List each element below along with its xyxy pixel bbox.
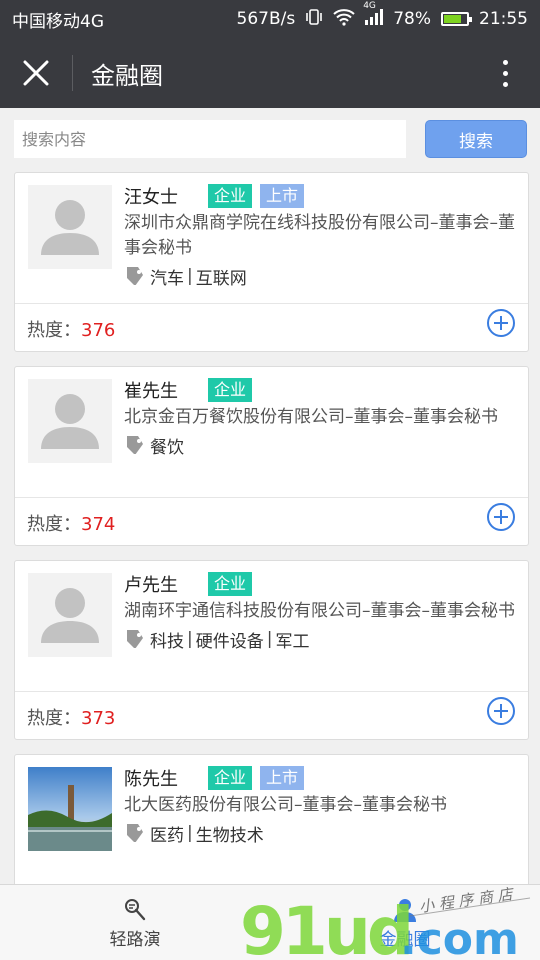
listed-badge: 上市: [260, 766, 305, 790]
contact-name: 陈先生: [124, 769, 178, 790]
page-title: 金融圈: [91, 61, 163, 90]
industry-tag: 餐饮: [150, 437, 184, 458]
network-type-badge: 4G: [363, 0, 376, 11]
company-title: 深圳市众鼎商学院在线科技股份有限公司–董事会–董事会秘书: [124, 213, 515, 258]
contact-card[interactable]: 陈先生 企业 上市 北大医药股份有限公司–董事会–董事会秘书 医药 | 生物技术: [14, 754, 529, 894]
contact-card[interactable]: 卢先生 企业 湖南环宇通信科技股份有限公司–董事会–董事会秘书 科技 | 硬件设备 |…: [14, 560, 529, 740]
search-input[interactable]: [14, 120, 406, 158]
tag-icon: [127, 436, 143, 454]
add-contact-button[interactable]: [486, 696, 516, 726]
tag-separator: |: [266, 629, 273, 649]
carrier-label: 中国移动4G: [12, 11, 104, 32]
roadshow-icon: [125, 898, 146, 920]
heat-label-text: 热度：: [27, 708, 81, 729]
card-footer: 热度：373: [15, 691, 528, 741]
nav-item-roadshow[interactable]: 轻路演: [0, 885, 270, 960]
contact-name: 汪女士: [124, 187, 178, 208]
search-bar: 搜索: [0, 108, 540, 168]
company-title: 湖南环宇通信科技股份有限公司–董事会–董事会秘书: [124, 601, 515, 621]
industry-tag: 生物技术: [195, 825, 264, 846]
contact-name: 卢先生: [124, 575, 178, 596]
industry-tag: 医药: [150, 825, 184, 846]
heat-label-text: 热度：: [27, 514, 81, 535]
tag-row: 医药 | 生物技术: [124, 820, 516, 846]
contact-name: 崔先生: [124, 381, 178, 402]
contact-card[interactable]: 崔先生 企业 北京金百万餐饮股份有限公司–董事会–董事会秘书 餐饮 热度：374: [14, 366, 529, 546]
avatar: [28, 767, 112, 851]
heat-label: 热度：373: [27, 704, 115, 730]
battery-percent: 78%: [393, 9, 431, 29]
tag-row: 科技 | 硬件设备 | 军工: [124, 626, 516, 652]
heat-label: 热度：374: [27, 510, 115, 536]
battery-icon: [441, 12, 472, 26]
tag-icon: [127, 267, 143, 285]
nav-item-finance-circle[interactable]: 金融圈: [270, 885, 540, 960]
company-title: 北大医药股份有限公司–董事会–董事会秘书: [124, 795, 447, 815]
add-contact-button[interactable]: [486, 502, 516, 532]
contact-info: 崔先生 企业 北京金百万餐饮股份有限公司–董事会–董事会秘书 餐饮: [124, 377, 516, 458]
listed-badge: 上市: [260, 184, 305, 208]
heat-value: 376: [81, 320, 116, 341]
avatar: [28, 185, 112, 269]
tag-separator: |: [187, 823, 193, 843]
status-bar: 中国移动4G 567B/s 4G 78% 21:55: [0, 0, 540, 38]
company-badge: 企业: [208, 572, 253, 596]
search-button[interactable]: 搜索: [425, 120, 527, 158]
clock: 21:55: [479, 9, 528, 29]
company-badge: 企业: [208, 184, 253, 208]
avatar: [28, 573, 112, 657]
heat-value: 373: [81, 708, 116, 729]
wifi-icon: [333, 8, 355, 31]
cellular-signal-icon: 4G: [363, 1, 384, 30]
title-divider: [72, 55, 73, 91]
company-title: 北京金百万餐饮股份有限公司–董事会–董事会秘书: [124, 407, 498, 427]
bottom-nav: 轻路演 金融圈: [0, 884, 540, 960]
industry-tag: 硬件设备: [195, 631, 264, 652]
network-speed: 567B/s: [236, 9, 296, 29]
contact-list: 汪女士 企业 上市 深圳市众鼎商学院在线科技股份有限公司–董事会–董事会秘书 汽车…: [14, 172, 529, 908]
industry-tag: 汽车: [150, 268, 184, 289]
close-icon: [23, 60, 49, 86]
tag-row: 餐饮: [124, 432, 516, 458]
industry-tag: 科技: [150, 631, 184, 652]
tag-row: 汽车 | 互联网: [124, 263, 516, 289]
nav-label-finance-circle: 金融圈: [379, 929, 431, 950]
user-icon: [394, 898, 416, 922]
contact-info: 陈先生 企业 上市 北大医药股份有限公司–董事会–董事会秘书 医药 | 生物技术: [124, 765, 516, 846]
title-bar: 金融圈: [0, 38, 540, 108]
tag-separator: |: [187, 266, 193, 286]
nav-label-roadshow: 轻路演: [109, 929, 161, 950]
industry-tag: 军工: [275, 631, 310, 652]
tag-icon: [127, 630, 143, 648]
company-badge: 企业: [208, 378, 253, 402]
avatar: [28, 379, 112, 463]
contact-card[interactable]: 汪女士 企业 上市 深圳市众鼎商学院在线科技股份有限公司–董事会–董事会秘书 汽车…: [14, 172, 529, 352]
heat-label-text: 热度：: [27, 320, 81, 341]
add-contact-button[interactable]: [486, 308, 516, 338]
tag-icon: [127, 824, 143, 842]
card-footer: 热度：376: [15, 303, 528, 353]
company-badge: 企业: [208, 766, 253, 790]
heat-value: 374: [81, 514, 116, 535]
close-button[interactable]: [0, 38, 72, 108]
vibrate-icon: [305, 8, 323, 31]
contact-info: 卢先生 企业 湖南环宇通信科技股份有限公司–董事会–董事会秘书 科技 | 硬件设备 |…: [124, 571, 516, 652]
more-dot-icon: [502, 59, 508, 65]
card-footer: 热度：374: [15, 497, 528, 547]
more-menu-button[interactable]: [470, 38, 540, 108]
tag-separator: |: [187, 629, 193, 649]
industry-tag: 互联网: [195, 268, 247, 289]
contact-info: 汪女士 企业 上市 深圳市众鼎商学院在线科技股份有限公司–董事会–董事会秘书 汽车…: [124, 183, 516, 289]
heat-label: 热度：376: [27, 316, 115, 342]
